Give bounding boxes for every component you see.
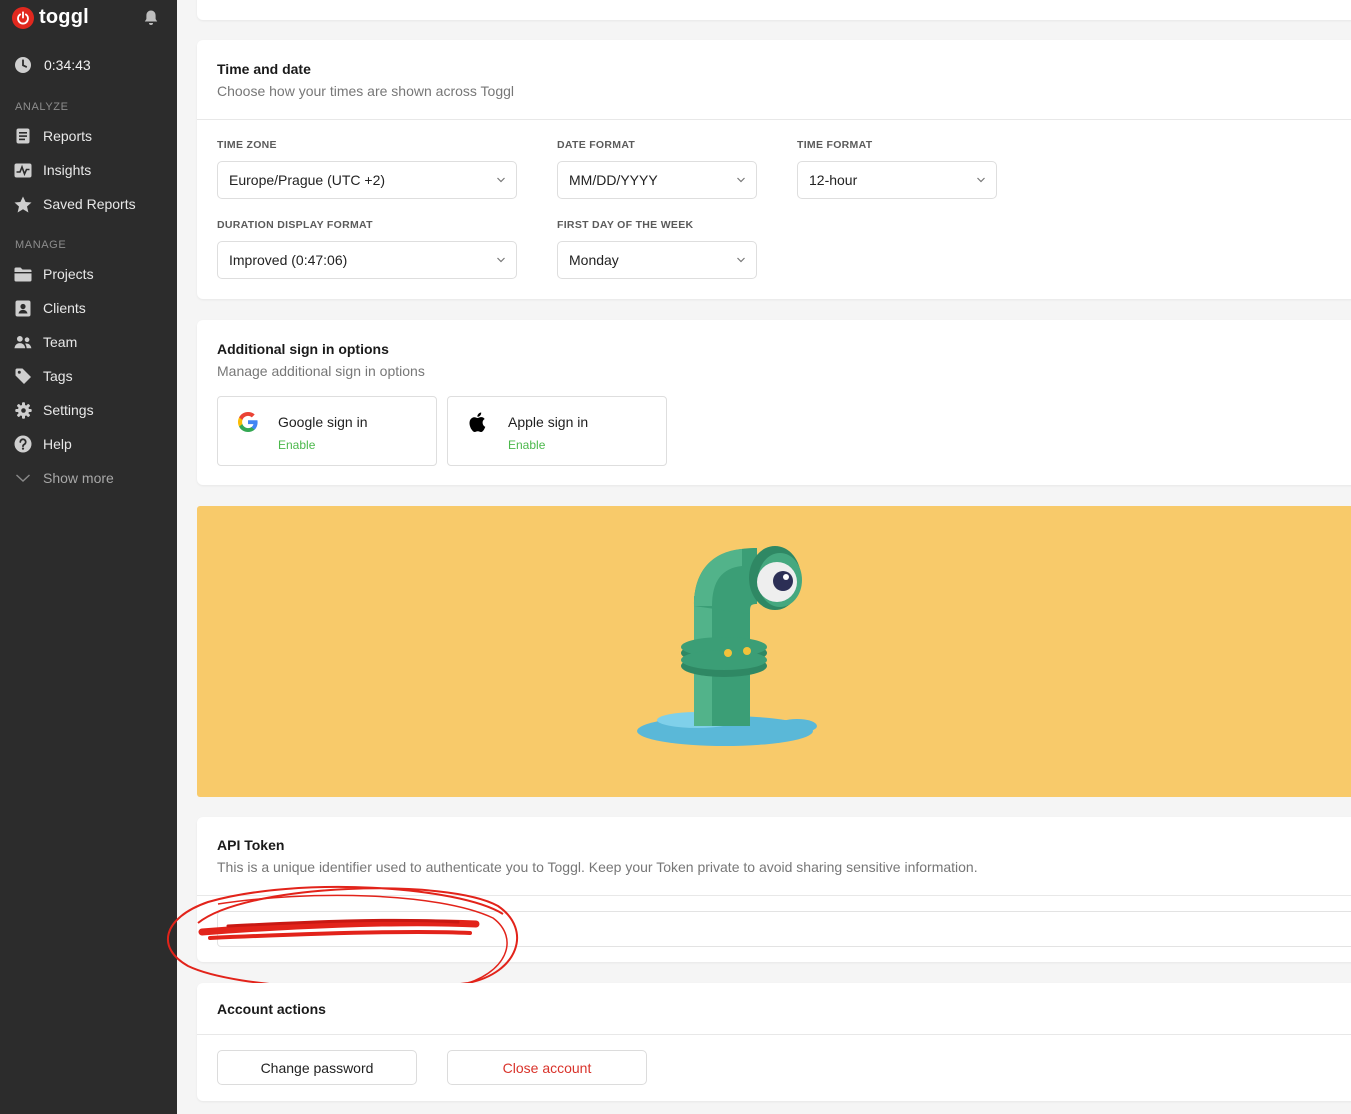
sidebar-item-saved-reports[interactable]: Saved Reports bbox=[14, 192, 174, 216]
time-and-date-card: Time and date Choose how your times are … bbox=[197, 40, 1351, 299]
duration-format-select[interactable]: Improved (0:47:06) bbox=[217, 241, 517, 279]
sidebar-item-label: Team bbox=[43, 334, 78, 350]
chevron-down-icon bbox=[497, 257, 505, 263]
apple-enable-link[interactable]: Enable bbox=[508, 438, 545, 452]
sidebar-item-reports[interactable]: Reports bbox=[14, 124, 174, 148]
sidebar: toggl 0:34:43 ANALYZE Reports Insights S… bbox=[0, 0, 177, 1114]
sidebar-item-help[interactable]: Help bbox=[14, 432, 174, 456]
date-format-select[interactable]: MM/DD/YYYY bbox=[557, 161, 757, 199]
card-title: Account actions bbox=[217, 1001, 326, 1017]
time-format-label: TIME FORMAT bbox=[797, 139, 873, 151]
brand[interactable]: toggl bbox=[12, 6, 89, 29]
brand-name: toggl bbox=[39, 6, 89, 28]
divider bbox=[197, 119, 1351, 120]
sidebar-item-label: Settings bbox=[43, 402, 94, 418]
first-day-label: FIRST DAY OF THE WEEK bbox=[557, 219, 694, 231]
date-format-label: DATE FORMAT bbox=[557, 139, 636, 151]
bell-icon[interactable] bbox=[143, 9, 159, 32]
previous-settings-card bbox=[197, 0, 1351, 20]
select-value: MM/DD/YYYY bbox=[569, 172, 658, 188]
sidebar-item-label: Help bbox=[43, 436, 72, 452]
sign-in-options-card: Additional sign in options Manage additi… bbox=[197, 320, 1351, 485]
reports-icon bbox=[14, 127, 32, 145]
star-icon bbox=[14, 195, 32, 213]
sidebar-item-projects[interactable]: Projects bbox=[14, 262, 174, 286]
gear-icon bbox=[14, 401, 32, 419]
pipe-creature-illustration bbox=[637, 546, 817, 746]
sidebar-item-tags[interactable]: Tags bbox=[14, 364, 174, 388]
time-zone-select[interactable]: Europe/Prague (UTC +2) bbox=[217, 161, 517, 199]
tag-icon bbox=[14, 367, 32, 385]
select-value: Improved (0:47:06) bbox=[229, 252, 348, 268]
section-label-manage: MANAGE bbox=[15, 239, 67, 251]
illustration-banner bbox=[197, 506, 1351, 797]
chevron-down-icon bbox=[737, 257, 745, 263]
time-zone-label: TIME ZONE bbox=[217, 139, 277, 151]
timer-value: 0:34:43 bbox=[44, 57, 91, 73]
sidebar-item-clients[interactable]: Clients bbox=[14, 296, 174, 320]
sidebar-item-label: Reports bbox=[43, 128, 93, 144]
first-day-select[interactable]: Monday bbox=[557, 241, 757, 279]
apple-sign-in-option[interactable]: Apple sign in Enable bbox=[447, 396, 667, 466]
time-format-select[interactable]: 12-hour bbox=[797, 161, 997, 199]
google-sign-in-title: Google sign in bbox=[278, 414, 368, 430]
sidebar-item-label: Saved Reports bbox=[43, 196, 136, 212]
insights-icon bbox=[14, 161, 32, 179]
folder-icon bbox=[14, 265, 32, 283]
api-token-card: API Token This is a unique identifier us… bbox=[197, 817, 1351, 962]
sidebar-item-label: Insights bbox=[43, 162, 92, 178]
select-value: Monday bbox=[569, 252, 619, 268]
select-value: 12-hour bbox=[809, 172, 858, 188]
sidebar-item-label: Show more bbox=[43, 470, 114, 486]
sidebar-item-insights[interactable]: Insights bbox=[14, 158, 174, 182]
section-label-analyze: ANALYZE bbox=[15, 101, 69, 113]
sidebar-item-settings[interactable]: Settings bbox=[14, 398, 174, 422]
close-account-button[interactable]: Close account bbox=[447, 1050, 647, 1085]
card-subtitle: This is a unique identifier used to auth… bbox=[217, 859, 978, 875]
apple-icon bbox=[469, 412, 486, 432]
help-icon bbox=[14, 435, 32, 453]
divider bbox=[197, 1034, 1351, 1035]
clock-icon bbox=[15, 57, 31, 73]
google-enable-link[interactable]: Enable bbox=[278, 438, 315, 452]
card-title: Time and date bbox=[217, 61, 311, 77]
google-icon bbox=[238, 412, 258, 432]
apple-sign-in-title: Apple sign in bbox=[508, 414, 589, 430]
sidebar-item-label: Tags bbox=[43, 368, 73, 384]
chevron-down-icon bbox=[977, 177, 985, 183]
card-subtitle: Choose how your times are shown across T… bbox=[217, 83, 515, 99]
select-value: Europe/Prague (UTC +2) bbox=[229, 172, 386, 188]
team-icon bbox=[14, 333, 32, 351]
duration-format-label: DURATION DISPLAY FORMAT bbox=[217, 219, 373, 231]
card-title: API Token bbox=[217, 837, 285, 853]
divider bbox=[197, 895, 1351, 896]
chevron-down-icon bbox=[497, 177, 505, 183]
change-password-button[interactable]: Change password bbox=[217, 1050, 417, 1085]
chevron-down-icon bbox=[737, 177, 745, 183]
sidebar-item-label: Projects bbox=[43, 266, 94, 282]
running-timer[interactable]: 0:34:43 bbox=[14, 56, 91, 74]
sidebar-show-more[interactable]: Show more bbox=[14, 466, 174, 490]
account-actions-card: Account actions Change password Close ac… bbox=[197, 983, 1351, 1101]
card-title: Additional sign in options bbox=[217, 341, 389, 357]
client-icon bbox=[14, 299, 32, 317]
sidebar-item-label: Clients bbox=[43, 300, 86, 316]
card-subtitle: Manage additional sign in options bbox=[217, 363, 425, 379]
chevron-down-icon bbox=[14, 469, 32, 487]
power-logo-icon bbox=[12, 6, 34, 29]
sidebar-item-team[interactable]: Team bbox=[14, 330, 174, 354]
api-token-field[interactable] bbox=[217, 911, 1351, 947]
google-sign-in-option[interactable]: Google sign in Enable bbox=[217, 396, 437, 466]
